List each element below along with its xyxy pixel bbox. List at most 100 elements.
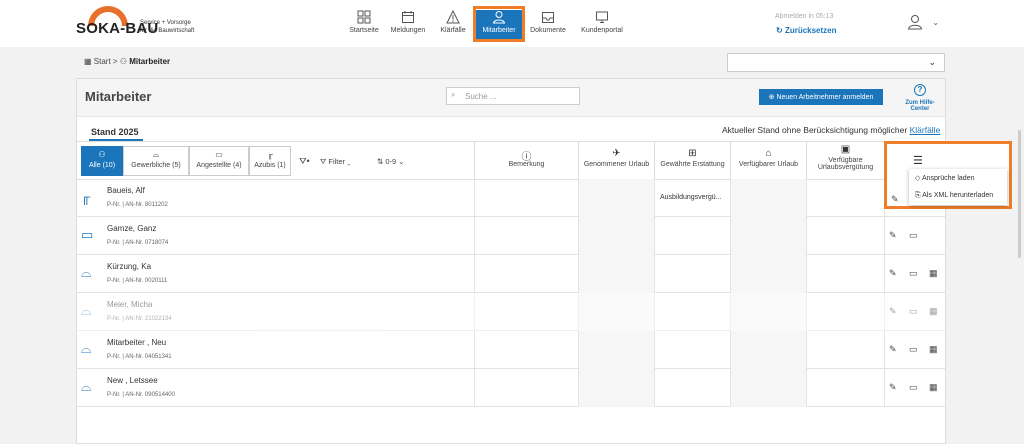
column-divider <box>654 255 655 293</box>
tab-stand[interactable]: Stand 2025 <box>91 127 139 137</box>
pencil-icon[interactable]: ✎ <box>889 230 897 241</box>
cell-shaded <box>731 369 806 407</box>
employee-meta: P-Nr. | AN-Nr. 8011202 <box>107 202 168 208</box>
nav-label: Dokumente <box>530 27 566 34</box>
home-grid-icon: ▦ <box>84 57 94 66</box>
nav-label: Meldungen <box>390 27 426 34</box>
pnr-label: P-Nr. <box>107 392 121 398</box>
employee-meta: P-Nr. | AN-Nr. 0718074 <box>107 240 168 246</box>
employee-name[interactable]: Gamze, Ganz <box>107 224 156 233</box>
highlight-frame <box>473 6 525 42</box>
question-icon: ? <box>914 84 926 96</box>
menu-item-xml-download[interactable]: ⎘ Als XML herunterladen <box>909 187 1007 205</box>
card-icon[interactable]: ▭ <box>909 230 918 241</box>
page-title: Mitarbeiter <box>85 89 152 104</box>
filter-dropdown[interactable]: ⛛ Filter ⌄ <box>320 157 351 167</box>
cell-shaded <box>579 331 654 369</box>
reset-link[interactable]: ↻ Zurücksetzen <box>776 26 837 35</box>
azubi-icon: ╓ <box>267 150 273 159</box>
column-divider <box>806 255 807 293</box>
pencil-icon[interactable]: ✎ <box>891 194 899 205</box>
cell-shaded <box>579 179 654 217</box>
pnr-label: P-Nr. <box>107 316 121 322</box>
filter-active-icon[interactable]: ⛛• <box>299 156 310 167</box>
employee-meta: P-Nr. | AN-Nr. 04051341 <box>107 354 172 360</box>
breadcrumb-start[interactable]: Start <box>94 57 111 66</box>
gift-icon: ⊞ <box>688 148 697 159</box>
col-label: Verfügbare Urlaubsvergütung <box>817 157 874 171</box>
helmet-icon: ⌓ <box>81 303 92 318</box>
azubi-icon: ╓ <box>81 189 91 204</box>
scrollbar[interactable] <box>1018 130 1021 258</box>
employee-name[interactable]: New , Letssee <box>107 376 158 385</box>
table-row[interactable]: ⌓ Mitarbeiter , Neu P-Nr. | AN-Nr. 0405134… <box>77 331 945 369</box>
company-select[interactable]: ⌄ <box>727 53 945 72</box>
column-divider <box>654 217 655 255</box>
pnr-label: P-Nr. <box>107 278 121 284</box>
employee-name[interactable]: Mitarbeiter , Neu <box>107 338 166 347</box>
cell-shaded <box>579 217 654 255</box>
panel-header: Mitarbeiter Suche ... ⌕ ⊕ Neuen Arbeitne… <box>77 79 945 117</box>
card-icon[interactable]: ▭ <box>909 382 918 393</box>
menu-icon[interactable]: ☰ <box>913 154 923 167</box>
monitor-icon <box>596 11 608 23</box>
search-input[interactable]: Suche ... <box>446 87 580 105</box>
pencil-icon[interactable]: ✎ <box>889 306 897 317</box>
table-icon[interactable]: ▦ <box>929 344 938 355</box>
inbox-icon <box>542 12 554 23</box>
info-icon: ⓘ <box>521 152 532 163</box>
table-icon[interactable]: ▦ <box>929 382 938 393</box>
card-icon[interactable]: ▭ <box>909 344 918 355</box>
cell-shaded <box>731 217 806 255</box>
menu-item-ansprueche-laden[interactable]: ◇ Ansprüche laden <box>909 169 1007 187</box>
table-icon[interactable]: ▦ <box>929 268 938 279</box>
filter-tab-gewerbliche[interactable]: ⌓ Gewerbliche (5) <box>123 146 189 176</box>
user-menu[interactable]: ⌄ <box>907 14 939 30</box>
employee-name[interactable]: Kürzung, Ka <box>107 262 151 271</box>
annr-value: 0718074 <box>144 240 169 246</box>
column-divider <box>474 293 475 331</box>
user-icon <box>907 15 923 30</box>
table-row[interactable]: ⌓ Kürzung, Ka P-Nr. | AN-Nr. 0020111 ✎ ▭ ▦ <box>77 255 945 293</box>
table-icon[interactable]: ▦ <box>929 306 938 317</box>
employee-name[interactable]: Meier, Micha <box>107 300 152 309</box>
employee-name[interactable]: Baueis, Alf <box>107 186 145 195</box>
nav-kundenportal[interactable]: Kundenportal <box>575 10 629 34</box>
nav-meldungen[interactable]: Meldungen <box>384 10 432 34</box>
laptop-icon: ▭ <box>215 150 223 159</box>
card-icon[interactable]: ▭ <box>909 268 918 279</box>
klaerfaelle-link[interactable]: Klärfälle <box>910 125 941 135</box>
pencil-icon[interactable]: ✎ <box>889 344 897 355</box>
table-row[interactable]: ╓ Baueis, Alf P-Nr. | AN-Nr. 8011202 Ausbil… <box>77 179 945 217</box>
top-header: SOKA-BAU Service + Vorsorge für die Bauw… <box>0 0 1024 47</box>
column-divider <box>806 369 807 407</box>
filter-tab-azubis[interactable]: ╓ Azubis (1) <box>249 146 291 176</box>
add-employee-button[interactable]: ⊕ Neuen Arbeitnehmer anmelden <box>759 89 883 105</box>
help-center-link[interactable]: ? Zum Hilfe-Center <box>896 81 944 112</box>
pencil-icon[interactable]: ✎ <box>889 382 897 393</box>
reset-label: Zurücksetzen <box>784 26 837 35</box>
tab-label: Alle (10) <box>88 162 116 169</box>
annr-label: AN-Nr. <box>125 354 144 360</box>
pencil-icon[interactable]: ✎ <box>889 268 897 279</box>
chevron-down-icon: ⌄ <box>928 57 936 67</box>
nav-dokumente[interactable]: Dokumente <box>524 10 572 34</box>
employees-icon: ⚇ <box>98 150 106 159</box>
filter-tab-angestellte[interactable]: ▭ Angestellte (4) <box>189 146 249 176</box>
add-employee-label: Neuen Arbeitnehmer anmelden <box>776 94 874 101</box>
card-icon[interactable]: ▭ <box>909 306 918 317</box>
annr-label: AN-Nr. <box>125 202 144 208</box>
helmet-icon: ⌓ <box>81 379 92 394</box>
filter-tab-alle[interactable]: ⚇ Alle (10) <box>81 146 123 176</box>
logo-tagline-2: für die Bauwirtschaft <box>140 28 195 34</box>
nav-startseite[interactable]: Startseite <box>340 10 388 34</box>
nav-klaerfaelle[interactable]: Klärfälle <box>429 10 477 34</box>
table-row[interactable]: ▭ Gamze, Ganz P-Nr. | AN-Nr. 0718074 ✎ ▭ <box>77 217 945 255</box>
column-divider <box>884 293 885 331</box>
table-row[interactable]: ⌓ New , Letssee P-Nr. | AN-Nr. 090514400 ✎ ▭… <box>77 369 945 407</box>
breadcrumb-current: Mitarbeiter <box>129 57 171 66</box>
filter-label: Filter <box>328 157 346 166</box>
table-row[interactable]: ⌓ Meier, Micha P-Nr. | AN-Nr. 21022134 ✎ ▭ ▦ <box>77 293 945 331</box>
sort-dropdown[interactable]: ⇅ 0-9 ⌄ <box>377 157 405 166</box>
col-label: Bemerkung <box>508 161 545 168</box>
